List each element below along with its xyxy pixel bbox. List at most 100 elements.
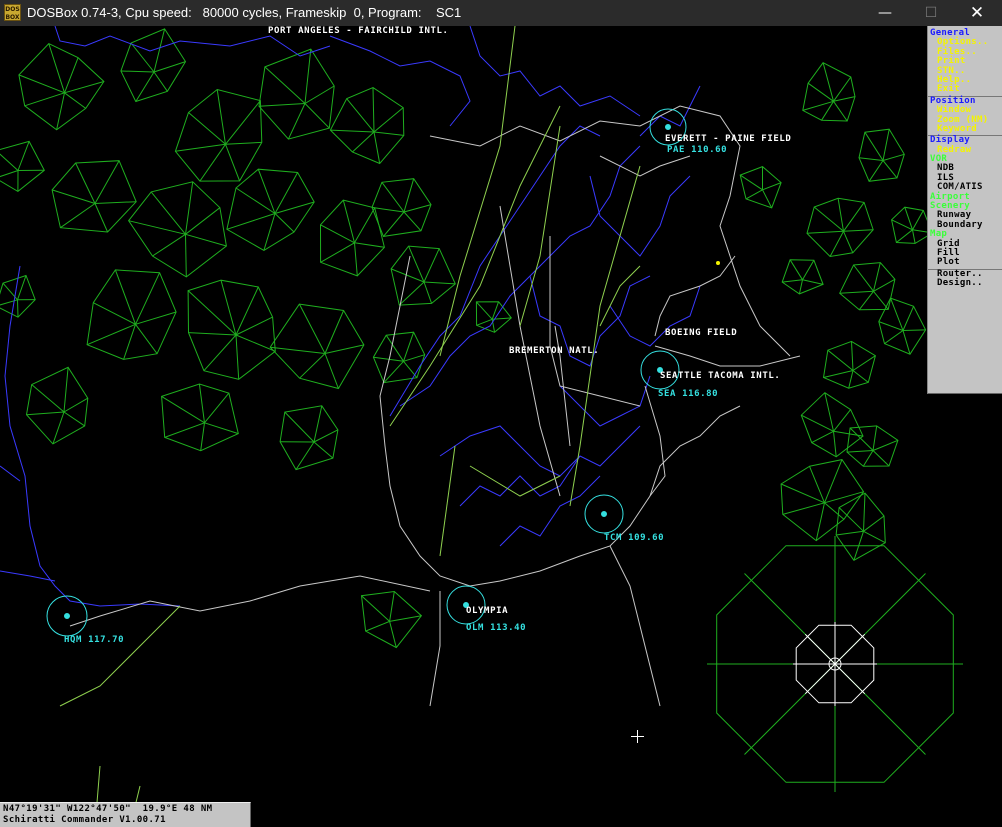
scenery-spoke <box>120 70 155 73</box>
close-button[interactable]: ✕ <box>954 0 1000 26</box>
scenery-spoke <box>836 530 864 536</box>
scenery-spoke <box>823 370 854 378</box>
scenery-spoke <box>843 229 874 232</box>
scenery-spoke <box>185 233 227 247</box>
status-bar: N47°19'31" W122°47'50" 19.9°E 48 NM Schi… <box>0 802 251 827</box>
menu-item-design[interactable]: Design.. <box>928 278 1002 288</box>
scenery-spoke <box>872 450 890 467</box>
scenery-spoke <box>491 301 500 320</box>
scenery-polygon <box>781 259 824 295</box>
scenery-spoke <box>304 85 335 104</box>
scenery-polygon <box>279 405 339 471</box>
scenery-spoke <box>882 129 890 161</box>
scenery-spoke <box>829 231 844 257</box>
scenery-polygon <box>18 42 105 131</box>
scenery-spoke <box>902 306 915 331</box>
scenery-spoke <box>185 234 187 277</box>
scenery-spoke <box>17 299 19 318</box>
scenery-polygon <box>390 245 456 306</box>
label-pae-freq: PAE 110.60 <box>667 145 728 155</box>
scenery-polygon <box>360 590 423 649</box>
scenery-spoke <box>403 211 422 232</box>
side-menu: General Options.. Files.. Print STN.. He… <box>927 26 1002 394</box>
scenery-spoke <box>135 324 158 354</box>
scenery-spoke <box>373 131 381 164</box>
scenery-spoke <box>365 620 390 632</box>
crosshair-cursor-icon <box>631 730 644 743</box>
menu-item-keyword[interactable]: Keyword <box>928 124 1002 134</box>
scenery-spoke <box>806 230 844 234</box>
label-bremerton: BREMERTON NATL. <box>509 346 600 356</box>
scenery-spoke <box>882 160 898 179</box>
scenery-polygon <box>878 297 927 355</box>
scenery-spoke <box>235 187 276 214</box>
scenery-spoke <box>824 502 845 520</box>
scenery-spoke <box>403 332 415 362</box>
scenery-spoke <box>298 303 326 354</box>
scenery-spoke <box>342 199 355 243</box>
scenery-spoke <box>423 281 433 304</box>
maximize-button[interactable]: ☐ <box>908 0 954 26</box>
scenery-spoke <box>833 431 837 457</box>
scenery-spoke <box>403 204 432 213</box>
scenery-spoke <box>824 459 843 503</box>
scenery-polygon <box>258 48 335 140</box>
scenery-polygon <box>269 303 365 390</box>
scenery-spoke <box>863 530 886 544</box>
airway-lines <box>59 26 641 827</box>
vor-rings <box>46 108 720 637</box>
scenery-spoke <box>135 272 161 325</box>
scenery-spoke <box>161 395 205 424</box>
scenery-spoke <box>86 323 136 346</box>
scenery-map[interactable] <box>0 26 1002 827</box>
scenery-spoke <box>216 89 226 145</box>
scenery-spoke <box>220 280 237 336</box>
scenery-spoke <box>863 515 885 532</box>
scenery-spoke <box>782 502 825 515</box>
scenery-spoke <box>313 441 334 459</box>
scenery-spoke <box>851 341 854 371</box>
scenery-spoke <box>476 318 493 326</box>
scenery-spoke <box>18 74 65 94</box>
scenery-spoke <box>204 392 230 424</box>
scenery-spoke <box>64 57 79 93</box>
scenery-spoke <box>164 422 205 438</box>
menu-item-exit[interactable]: Exit <box>928 84 1002 94</box>
scenery-spoke <box>833 101 848 122</box>
scenery-spoke <box>199 144 226 182</box>
scenery-spoke <box>123 324 136 360</box>
scenery-spoke <box>313 405 323 443</box>
scenery-spoke <box>31 384 65 413</box>
scenery-spoke <box>802 260 815 281</box>
dos-screen[interactable]: PORT ANGELES - FAIRCHILD INTL. EVERETT -… <box>0 26 1002 827</box>
scenery-spoke <box>423 248 440 283</box>
scenery-spoke <box>304 103 330 129</box>
scenery-spoke <box>890 297 904 331</box>
minimize-button[interactable]: — <box>862 0 908 26</box>
scenery-spoke <box>94 203 109 233</box>
scenery-spoke <box>398 281 425 306</box>
scenery-spoke <box>63 411 85 427</box>
scenery-spoke <box>346 98 375 133</box>
scenery-spoke <box>187 290 237 336</box>
scenery-spoke <box>872 439 899 451</box>
scenery-spoke <box>235 316 273 336</box>
scenery-spoke <box>128 220 186 235</box>
scenery-spoke <box>902 330 911 355</box>
scenery-spoke <box>827 349 854 371</box>
scenery-spoke <box>853 264 874 292</box>
scenery-spoke <box>287 103 306 140</box>
scenery-spoke <box>873 278 896 292</box>
label-olm-freq: OLM 113.40 <box>466 623 527 633</box>
menu-toggle-plot[interactable]: Plot <box>928 257 1002 267</box>
scenery-spoke <box>60 203 96 229</box>
scenery-polygon <box>822 340 876 389</box>
scenery-spoke <box>0 299 18 306</box>
scenery-spoke <box>852 370 869 383</box>
label-hqm-freq: HQM 117.70 <box>64 635 125 645</box>
scenery-spoke <box>152 233 186 257</box>
scenery-spoke <box>383 211 405 237</box>
label-everett: EVERETT - PAINE FIELD <box>665 134 792 144</box>
scenery-spoke <box>896 229 913 243</box>
scenery-spoke <box>833 430 864 437</box>
